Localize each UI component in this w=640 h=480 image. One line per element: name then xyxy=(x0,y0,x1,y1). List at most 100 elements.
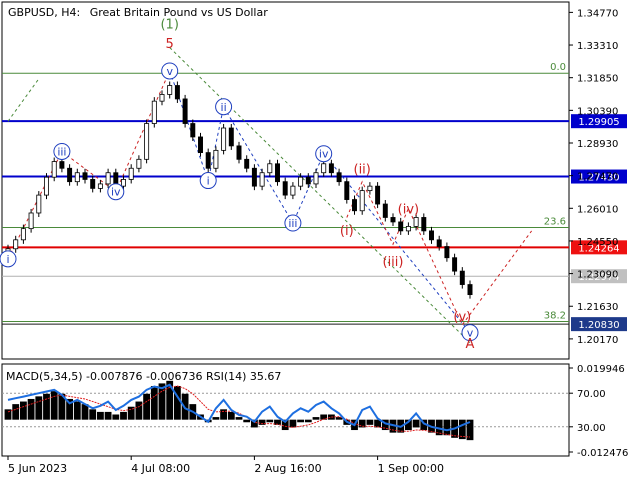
price-tick-label: 1.21630 xyxy=(577,302,618,313)
candle-body xyxy=(390,217,396,223)
candle-body xyxy=(313,172,319,185)
candle-body xyxy=(328,163,334,174)
macd-bar xyxy=(4,409,12,420)
candle-body xyxy=(359,190,365,212)
wave-label-wave-v-top: v xyxy=(166,65,173,78)
candle-body xyxy=(74,172,80,183)
candle-body xyxy=(36,194,42,214)
macd-bar xyxy=(212,417,220,420)
candle-body xyxy=(167,85,173,95)
macd-bar xyxy=(366,419,374,425)
candle-body xyxy=(82,172,88,180)
wave-label-wave-ii: ii xyxy=(221,101,227,114)
candle-body xyxy=(121,179,126,187)
macd-bar xyxy=(104,411,112,420)
macd-bar xyxy=(43,393,50,420)
macd-bar xyxy=(73,401,81,420)
candle-body xyxy=(20,228,26,241)
price-tick-label: 1.28930 xyxy=(577,139,618,150)
macd-bar xyxy=(312,417,320,420)
indicator-tick-label: -0.012476 xyxy=(577,448,628,459)
candle-body xyxy=(221,127,227,151)
candle-body xyxy=(97,183,103,189)
macd-bar xyxy=(412,419,420,428)
wave-label-wave-5: 5 xyxy=(166,37,174,52)
macd-bar xyxy=(19,401,27,420)
macd-bar xyxy=(135,401,143,420)
candle-body xyxy=(382,203,388,218)
candle-body xyxy=(251,167,257,187)
price-tick-label: 1.20170 xyxy=(577,335,618,346)
candle-body xyxy=(259,172,265,187)
candle-body xyxy=(205,152,211,169)
candle-body xyxy=(105,172,111,185)
price-tick-label: 1.30390 xyxy=(577,106,618,117)
candle-body xyxy=(267,163,273,174)
candle-body xyxy=(459,270,465,285)
macd-bar xyxy=(243,419,251,423)
candle-body xyxy=(44,176,49,196)
macd-bar xyxy=(50,391,58,420)
wave-label-wave-i-left: i xyxy=(6,253,9,266)
description-label: Great Britain Pound vs US Dollar xyxy=(90,6,269,19)
candle-body xyxy=(421,217,427,232)
candle-body xyxy=(67,167,73,183)
time-tick-label: 1 Sep 00:00 xyxy=(378,462,444,475)
macd-title: MACD(5,34,5) -0.007876 -0.006736 RSI(14)… xyxy=(6,370,281,383)
time-tick-label: 4 Jul 08:00 xyxy=(131,462,190,475)
candle-body xyxy=(51,161,57,178)
candle-body xyxy=(290,185,296,196)
candle-body xyxy=(198,136,203,154)
level-label-dark: 1.20830 xyxy=(578,320,619,331)
candle-body xyxy=(90,179,96,189)
price-tick-label: 1.31850 xyxy=(577,74,618,85)
macd-bar xyxy=(150,385,158,420)
candle-body xyxy=(282,181,288,196)
candle-body xyxy=(444,246,450,259)
wave-label-wave-paren-iv: (iv) xyxy=(398,203,419,218)
macd-bar xyxy=(227,411,235,420)
wave-label-wave-A: A xyxy=(466,337,475,352)
candle-body xyxy=(405,226,411,232)
macd-bar xyxy=(304,419,312,423)
wave-label-wave-paren-v: (v) xyxy=(453,310,471,325)
price-tick-label: 1.26010 xyxy=(577,204,618,215)
candle-body xyxy=(436,239,442,247)
macd-bar xyxy=(143,393,151,420)
macd-bar xyxy=(358,419,366,428)
level-label-fib-0: 0.0 xyxy=(550,62,566,73)
candle-body xyxy=(159,94,165,102)
macd-bar xyxy=(89,409,97,420)
price-tick-label: 1.33310 xyxy=(577,41,618,52)
candle-body xyxy=(413,217,419,227)
candle-body xyxy=(398,221,404,232)
macd-bar xyxy=(235,417,243,420)
wave-label-wave-iii-left: iii xyxy=(57,145,66,158)
wave-label-wave-iv-left: iv xyxy=(111,186,121,199)
candle-body xyxy=(236,145,242,160)
wave-label-wave-iii-mid: iii xyxy=(288,217,297,230)
macd-bar xyxy=(289,419,297,428)
candle-body xyxy=(190,123,196,138)
indicator-tick-label: 0.019946 xyxy=(577,364,625,375)
candle-body xyxy=(151,100,157,124)
candle-body xyxy=(298,176,304,187)
candle-body xyxy=(429,230,434,241)
macd-bar xyxy=(173,385,181,420)
indicator-tick-label: 70.00 xyxy=(577,389,606,400)
macd-bar xyxy=(12,404,20,420)
macd-bar xyxy=(27,398,35,420)
chart-canvas: 0.01.299051.2743023.61.242641.2297438.21… xyxy=(0,0,640,480)
candle-body xyxy=(228,127,234,147)
candle-body xyxy=(144,123,150,160)
level-label-fib-23: 23.6 xyxy=(544,217,566,228)
candle-body xyxy=(174,85,180,100)
candle-body xyxy=(452,257,458,272)
wave-label-wave-paren-ii: (ii) xyxy=(354,162,371,177)
macd-bar xyxy=(96,411,104,420)
candle-body xyxy=(336,172,342,183)
macd-bar xyxy=(266,419,274,423)
candle-body xyxy=(28,212,34,230)
wave-label-wave-paren-i: (i) xyxy=(340,224,354,239)
price-tick-label: 1.24550 xyxy=(577,237,618,248)
